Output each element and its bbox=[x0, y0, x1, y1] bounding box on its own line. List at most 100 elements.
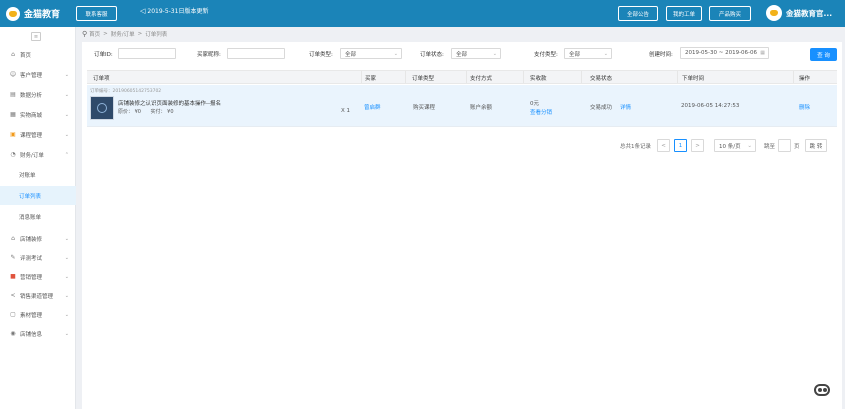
marketing-icon: ■ bbox=[10, 273, 16, 280]
sidebar-item-label: 销售渠道管理 bbox=[20, 293, 54, 300]
page-size-select[interactable]: 10 条/页 ⌄ bbox=[714, 139, 756, 152]
chevron-down-icon: ⌄ bbox=[64, 292, 69, 299]
my-tickets-button[interactable]: 我的工单 bbox=[666, 6, 702, 21]
status-cell: 交易成功 bbox=[590, 105, 613, 111]
version-notice-text: 2019-5-31日版本更新 bbox=[147, 8, 209, 15]
sidebar-item-exams[interactable]: ✎ 评测考试 ⌄ bbox=[0, 248, 76, 267]
sidebar-item-marketing[interactable]: ■ 营销管理 ⌄ bbox=[0, 267, 76, 286]
sidebar-item-label: 营销管理 bbox=[20, 274, 43, 281]
column-divider bbox=[677, 71, 678, 83]
sidebar-subitem-order-list[interactable]: 订单列表 bbox=[0, 186, 76, 205]
sidebar-item-decoration[interactable]: ⌂ 店铺装修 ⌄ bbox=[0, 229, 76, 248]
exam-icon: ✎ bbox=[10, 254, 16, 261]
sidebar-item-label: 财务/订单 bbox=[20, 152, 44, 159]
order-type-select[interactable]: 全部 ⌄ bbox=[340, 48, 402, 59]
breadcrumb: ⚲ 首页 > 财务/订单 > 订单列表 bbox=[82, 30, 167, 38]
column-amount: 实收款 bbox=[530, 76, 547, 82]
buyer-link[interactable]: 曾启群 bbox=[364, 103, 381, 111]
sidebar-item-label: 首页 bbox=[20, 52, 32, 59]
folder-icon: ▢ bbox=[10, 311, 16, 318]
sidebar-subitem-message-bill[interactable]: 消息账单 bbox=[0, 207, 76, 226]
view-distribution-link[interactable]: 查看分销 bbox=[530, 108, 552, 116]
column-divider bbox=[793, 71, 794, 83]
account-avatar-icon bbox=[766, 5, 782, 21]
chevron-down-icon: ⌄ bbox=[64, 311, 69, 318]
pay-method-cell: 账户余额 bbox=[470, 105, 493, 111]
contact-service-button[interactable]: 联系客服 bbox=[76, 6, 117, 21]
buyer-nickname-input[interactable] bbox=[227, 48, 285, 59]
sidebar-item-analytics[interactable]: ▤ 数据分析 ⌄ bbox=[0, 85, 76, 104]
chevron-down-icon: ⌄ bbox=[393, 50, 398, 57]
created-time-value: 2019-05-30 ~ 2019-06-06 bbox=[685, 50, 758, 56]
page-unit-label: 页 bbox=[794, 143, 800, 150]
buyer-nickname-label: 买家昵称: bbox=[197, 52, 221, 58]
sidebar-item-channels[interactable]: < 销售渠道管理 ⌄ bbox=[0, 286, 76, 305]
jump-page-input[interactable] bbox=[778, 139, 791, 152]
page-size-value: 10 条/页 bbox=[719, 143, 741, 150]
page-1-button[interactable]: 1 bbox=[674, 139, 687, 152]
pay-type-label: 支付类型: bbox=[534, 52, 558, 58]
sidebar-item-store-info[interactable]: ◉ 店铺信息 ⌄ bbox=[0, 324, 76, 343]
product-price: 原价： ¥0 实付： ¥0 bbox=[118, 108, 174, 115]
order-status-label: 订单状态: bbox=[420, 52, 444, 58]
order-status-select[interactable]: 全部 ⌄ bbox=[451, 48, 501, 59]
breadcrumb-separator: > bbox=[103, 31, 108, 37]
column-divider bbox=[405, 71, 406, 83]
column-divider bbox=[581, 71, 582, 83]
sidebar-item-store[interactable]: ▦ 实物商城 ⌄ bbox=[0, 105, 76, 124]
sidebar-item-label: 评测考试 bbox=[20, 255, 43, 262]
breadcrumb-finance[interactable]: 财务/订单 bbox=[111, 30, 135, 38]
home-icon: ⌂ bbox=[11, 51, 15, 58]
top-header: 金猫教育 联系客服 ◁ 2019-5-31日版本更新 全部公告 我的工单 产品购… bbox=[0, 0, 845, 27]
sidebar-item-label: 客户管理 bbox=[20, 72, 43, 79]
order-type-cell: 购买课程 bbox=[413, 105, 436, 111]
table-header: 订单项 买家 订单类型 支付方式 实收款 交易状态 下单时间 操作 bbox=[87, 70, 837, 84]
share-icon: < bbox=[10, 292, 16, 299]
order-type-label: 订单类型: bbox=[309, 52, 333, 58]
order-id-input[interactable] bbox=[118, 48, 176, 59]
original-price: 原价： ¥0 bbox=[118, 109, 141, 115]
robot-icon[interactable] bbox=[814, 384, 830, 396]
order-list-panel: 订单ID: 买家昵称: 订单类型: 全部 ⌄ 订单状态: 全部 ⌄ 支付类型: … bbox=[82, 42, 842, 409]
finance-icon: ◔ bbox=[10, 151, 16, 158]
sidebar-item-courses[interactable]: ▣ 课程管理 ⌄ bbox=[0, 125, 76, 144]
all-announcements-button[interactable]: 全部公告 bbox=[618, 6, 658, 21]
sidebar-item-label: 店铺装修 bbox=[20, 236, 43, 243]
user-icon: ☺ bbox=[9, 71, 17, 78]
breadcrumb-home[interactable]: 首页 bbox=[89, 30, 100, 38]
course-icon: ▣ bbox=[10, 131, 16, 138]
created-time-range[interactable]: 2019-05-30 ~ 2019-06-06 ▦ bbox=[680, 47, 769, 59]
product-title: 店铺装修之认识页面装修的基本操作--报名 bbox=[118, 101, 221, 107]
chevron-down-icon: ⌄ bbox=[64, 111, 69, 118]
pay-type-value: 全部 bbox=[569, 51, 581, 58]
created-time-label: 创建时间: bbox=[649, 52, 673, 58]
sidebar-item-label: 店铺信息 bbox=[20, 331, 43, 338]
prev-page-button[interactable]: < bbox=[657, 139, 670, 152]
column-pay-method: 支付方式 bbox=[470, 76, 493, 82]
sidebar-item-materials[interactable]: ▢ 素材管理 ⌄ bbox=[0, 305, 76, 324]
buy-products-button[interactable]: 产品购买 bbox=[709, 6, 751, 21]
course-thumbnail[interactable] bbox=[90, 96, 114, 120]
bell-icon: ◁ bbox=[140, 6, 146, 15]
account-brand[interactable]: 金猫教育官... bbox=[766, 5, 832, 21]
pay-type-select[interactable]: 全部 ⌄ bbox=[564, 48, 612, 59]
sidebar-item-customers[interactable]: ☺ 客户管理 ⌄ bbox=[0, 65, 76, 84]
table-row: 订单编号：20190605142753702 店铺装修之认识页面装修的基本操作-… bbox=[87, 85, 837, 127]
chevron-down-icon: ⌄ bbox=[64, 235, 69, 242]
quantity: X 1 bbox=[341, 108, 351, 114]
chevron-down-icon: ⌄ bbox=[747, 142, 752, 149]
column-divider bbox=[523, 71, 524, 83]
sidebar-item-home[interactable]: ⌂ 首页 bbox=[0, 45, 76, 64]
column-status: 交易状态 bbox=[590, 76, 613, 82]
delete-link[interactable]: 删除 bbox=[799, 103, 810, 111]
logo[interactable]: 金猫教育 bbox=[6, 4, 60, 23]
collapse-menu-icon[interactable]: ≡ bbox=[31, 32, 41, 41]
jump-button[interactable]: 跳 转 bbox=[805, 139, 827, 152]
version-notice[interactable]: ◁ 2019-5-31日版本更新 bbox=[140, 6, 209, 16]
shop-icon: ▦ bbox=[10, 111, 16, 118]
sidebar-item-finance[interactable]: ◔ 财务/订单 ⌃ bbox=[0, 145, 76, 164]
next-page-button[interactable]: > bbox=[691, 139, 704, 152]
detail-link[interactable]: 详情 bbox=[620, 103, 631, 111]
sidebar-subitem-statement[interactable]: 对账单 bbox=[0, 165, 76, 184]
query-button[interactable]: 查 询 bbox=[810, 48, 837, 61]
